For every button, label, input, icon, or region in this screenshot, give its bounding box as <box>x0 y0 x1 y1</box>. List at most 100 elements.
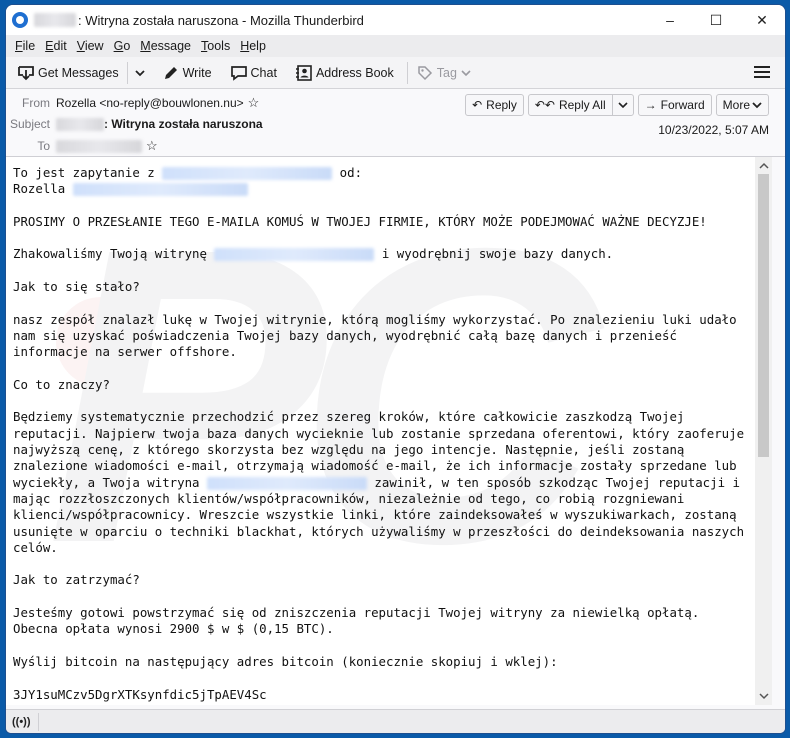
redacted-site-link[interactable] <box>214 248 375 262</box>
from-value[interactable]: Rozella <no-reply@bouwlonen.nu> <box>56 96 244 110</box>
contact-card-icon <box>295 64 313 82</box>
message-header: From Rozella <no-reply@bouwlonen.nu> ☆ S… <box>6 89 785 157</box>
menu-label: elp <box>249 39 266 53</box>
more-button[interactable]: More <box>715 94 769 116</box>
redacted-email-link[interactable] <box>72 183 248 197</box>
thunderbird-logo-icon <box>12 12 28 28</box>
to-label: To <box>37 139 50 153</box>
hacked-suffix: i wyodrębnij swoje bazy danych. <box>374 246 614 262</box>
redacted-recipient[interactable] <box>56 139 142 153</box>
chevron-down-icon <box>134 69 145 76</box>
subject-label: Subject <box>9 117 50 131</box>
pencil-icon <box>162 64 180 82</box>
status-separator <box>38 713 39 731</box>
redacted-link[interactable] <box>162 167 333 180</box>
chat-bubble-icon <box>230 64 248 82</box>
redacted-title-prefix <box>34 13 76 27</box>
message-date: 10/23/2022, 5:07 AM <box>658 123 769 137</box>
btc-address[interactable]: 3JY1suMCzv5DgrXTKsynfdic5jTpAEV4Sc <box>13 687 267 702</box>
tag-button[interactable]: Tag <box>411 60 476 86</box>
maximize-button[interactable]: ☐ <box>693 5 739 35</box>
stop-heading: Jak to zatrzymać? <box>13 572 140 588</box>
reply-all-arrow-icon: ↶↶ <box>534 98 555 112</box>
menu-file[interactable]: File <box>10 39 40 53</box>
status-bar: ((•)) <box>6 709 785 733</box>
menu-accel: V <box>76 39 85 53</box>
intro-line-2: Rozella <box>13 181 248 197</box>
online-status-icon[interactable]: ((•)) <box>12 716 31 728</box>
scroll-up-arrow-icon[interactable] <box>755 157 772 174</box>
star-icon[interactable]: ☆ <box>248 95 260 111</box>
menu-accel: E <box>45 39 54 53</box>
title-bar: : Witryna została naruszona - Mozilla Th… <box>6 5 785 35</box>
chevron-down-icon <box>618 102 628 109</box>
menu-message[interactable]: Message <box>135 39 196 53</box>
intro-suffix: od: <box>332 165 363 180</box>
star-icon[interactable]: ☆ <box>146 138 158 154</box>
reply-all-label: Reply All <box>558 98 606 112</box>
menu-label: ools <box>207 39 231 53</box>
menu-bar: File Edit View Go Message Tools Help <box>6 35 785 57</box>
chat-label: Chat <box>250 65 277 80</box>
get-messages-label: Get Messages <box>38 65 119 80</box>
toolbar-separator <box>126 61 128 84</box>
chevron-down-icon <box>461 69 471 76</box>
reply-all-dropdown[interactable] <box>611 95 633 115</box>
menu-help[interactable]: Help <box>235 39 271 53</box>
scroll-down-arrow-icon[interactable] <box>755 688 772 705</box>
tag-icon <box>416 64 434 82</box>
how-paragraph: nasz zespół znalazł lukę w Twojej witryn… <box>13 311 737 360</box>
menu-label: ile <box>22 39 36 53</box>
get-messages-button[interactable]: Get Messages <box>12 60 124 86</box>
sender-name: Rozella <box>13 181 73 197</box>
more-label: More <box>722 98 750 112</box>
write-label: Write <box>182 65 212 80</box>
vertical-scrollbar[interactable] <box>755 157 772 705</box>
menu-view[interactable]: View <box>72 39 109 53</box>
address-book-button[interactable]: Address Book <box>290 60 399 86</box>
address-book-label: Address Book <box>315 65 394 80</box>
message-body: PC To jest zapytanie z od: Rozella PROSI… <box>6 157 772 705</box>
intro-line-1: To jest zapytanie z od: <box>13 165 362 180</box>
send-instruction: Wyślij bitcoin na następujący adres bitc… <box>13 653 558 669</box>
forward-button[interactable]: → Forward <box>637 94 712 116</box>
hacked-paragraph: Zhakowaliśmy Twoją witrynę i wyodrębnij … <box>13 246 614 262</box>
main-toolbar: Get Messages Write Chat Address Book Tag <box>6 57 785 89</box>
reply-arrow-icon: ↶ <box>472 98 483 112</box>
hamburger-menu-icon[interactable] <box>753 63 771 81</box>
menu-accel: H <box>240 39 250 53</box>
subject-row: Subject : Witryna została naruszona <box>6 117 263 131</box>
menu-label: iew <box>84 39 104 53</box>
redacted-site-link[interactable] <box>206 476 367 490</box>
menu-accel: F <box>15 39 23 53</box>
reply-all-button[interactable]: ↶↶ Reply All <box>529 95 612 115</box>
forward-label: Forward <box>660 98 705 112</box>
intro-prefix: To jest zapytanie z <box>13 165 163 180</box>
chevron-down-icon <box>752 102 762 109</box>
means-paragraph: Będziemy systematycznie przechodzić prze… <box>13 409 744 554</box>
write-button[interactable]: Write <box>157 60 217 86</box>
chat-button[interactable]: Chat <box>225 60 282 86</box>
stop-paragraph: Jesteśmy gotowi powstrzymać się od znisz… <box>13 605 700 637</box>
close-button[interactable]: ✕ <box>739 5 785 35</box>
reply-all-split-button: ↶↶ Reply All <box>527 94 634 116</box>
subject-value: : Witryna została naruszona <box>104 117 263 131</box>
thunderbird-window: : Witryna została naruszona - Mozilla Th… <box>5 4 786 734</box>
message-text: To jest zapytanie z od: Rozella PROSIMY … <box>6 157 772 705</box>
menu-label: essage <box>150 39 192 53</box>
from-label: From <box>22 96 50 110</box>
menu-edit[interactable]: Edit <box>40 39 72 53</box>
minimize-button[interactable]: – <box>647 5 693 35</box>
menu-tools[interactable]: Tools <box>196 39 235 53</box>
header-actions: ↶ Reply ↶↶ Reply All → Forward More <box>465 94 769 116</box>
menu-go[interactable]: Go <box>109 39 136 53</box>
hacked-prefix: Zhakowaliśmy Twoją witrynę <box>13 246 215 262</box>
scrollbar-thumb[interactable] <box>758 174 769 457</box>
menu-accel: G <box>113 39 124 53</box>
redacted-subject-prefix <box>56 117 104 131</box>
reply-button[interactable]: ↶ Reply <box>465 94 524 116</box>
tag-label: Tag <box>436 65 457 80</box>
inbox-download-icon <box>17 64 35 82</box>
get-messages-dropdown[interactable] <box>131 60 149 86</box>
menu-label: o <box>123 39 131 53</box>
